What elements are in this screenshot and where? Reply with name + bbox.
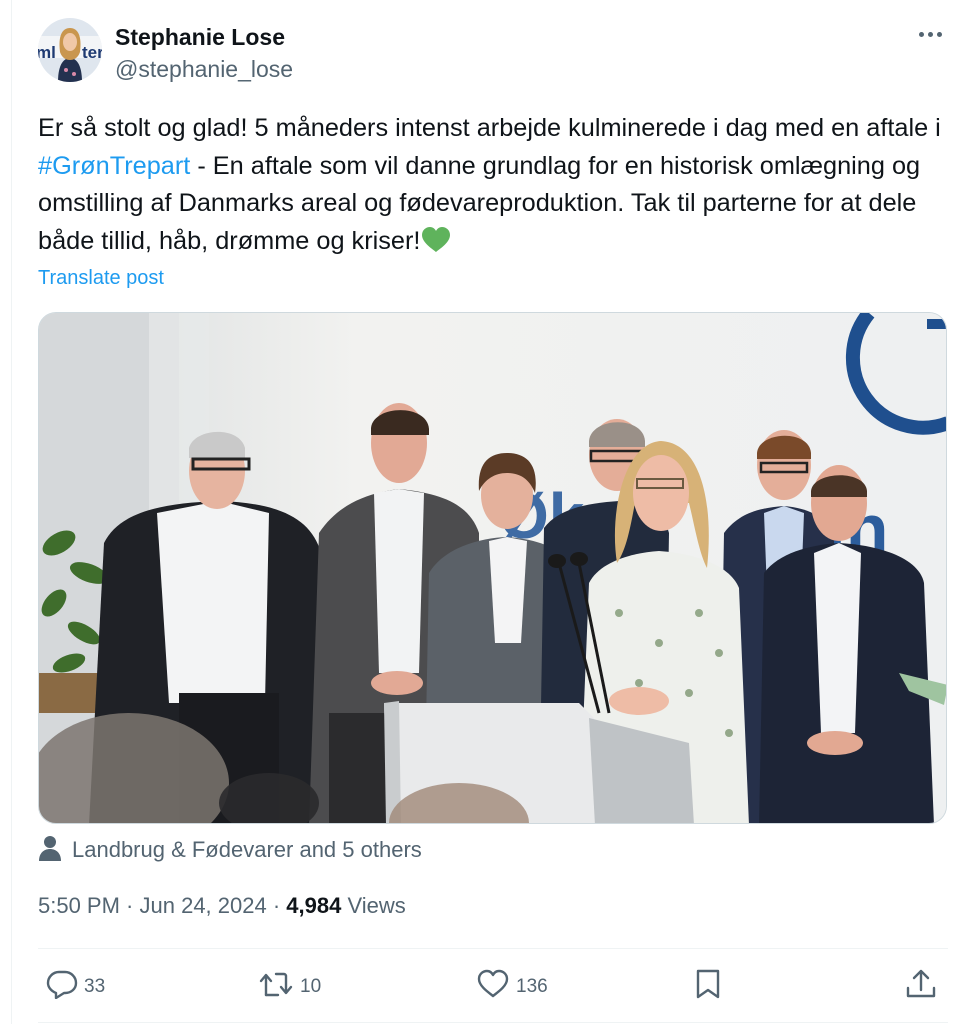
- like-count: 136: [516, 976, 548, 997]
- svg-text:ml: ml: [38, 43, 56, 62]
- tagged-users-text[interactable]: Landbrug & Fødevarer and 5 others: [72, 837, 422, 863]
- views-count: 4,984: [286, 893, 342, 918]
- bookmark-icon: [694, 968, 722, 1006]
- meta-separator: ·: [266, 893, 287, 918]
- person-icon: [38, 835, 62, 866]
- meta-separator: ·: [119, 893, 140, 918]
- heart-icon: [476, 969, 510, 1005]
- reply-icon: [46, 969, 78, 1005]
- bookmark-button[interactable]: [694, 968, 722, 1006]
- left-border: [11, 0, 12, 1024]
- share-icon: [904, 968, 938, 1006]
- tweet-header: ml ter Stephanie Lose @stephanie_lose: [38, 18, 948, 88]
- repost-icon: [258, 969, 294, 1005]
- repost-count: 10: [300, 976, 322, 997]
- post-date[interactable]: Jun 24, 2024: [140, 893, 267, 918]
- like-button[interactable]: 136: [476, 969, 548, 1005]
- repost-button[interactable]: 10: [258, 970, 321, 1004]
- avatar[interactable]: ml ter: [38, 18, 102, 82]
- tweet-text-part: Er så stolt og glad! 5 måneders intenst …: [38, 114, 941, 142]
- author-name[interactable]: Stephanie Lose: [115, 24, 285, 51]
- views-label: Views: [341, 893, 406, 918]
- reply-button[interactable]: 33: [46, 970, 105, 1004]
- tagged-users[interactable]: Landbrug & Fødevarer and 5 others: [38, 835, 422, 865]
- post-time[interactable]: 5:50 PM: [38, 893, 120, 918]
- tweet-text: Er så stolt og glad! 5 måneders intenst …: [38, 110, 943, 264]
- svg-text:ter: ter: [82, 43, 102, 62]
- divider: [38, 948, 948, 949]
- share-button[interactable]: [904, 968, 938, 1006]
- translate-post-link[interactable]: Translate post: [38, 267, 164, 290]
- author-handle[interactable]: @stephanie_lose: [115, 56, 293, 83]
- tweet-meta: 5:50 PM · Jun 24, 2024 · 4,984 Views: [38, 893, 406, 919]
- green-heart-icon: [421, 226, 451, 265]
- tweet-photo[interactable]: Øk rin: [38, 312, 947, 824]
- hashtag-link[interactable]: #GrønTrepart: [38, 152, 190, 180]
- divider: [38, 1022, 948, 1023]
- more-options-icon[interactable]: [912, 20, 948, 48]
- reply-count: 33: [84, 976, 106, 997]
